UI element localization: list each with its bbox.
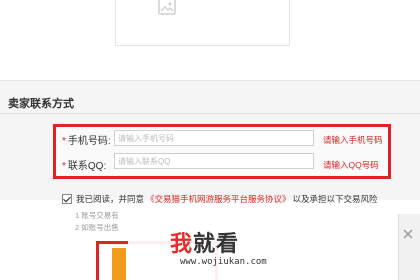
agreement-prefix: 我已阅读，并同意 bbox=[76, 194, 145, 204]
watermark-url: www.wojiukan.com bbox=[180, 257, 267, 267]
required-mark: * bbox=[62, 136, 66, 147]
close-icon[interactable] bbox=[402, 228, 414, 240]
watermark-logo-red: 我 bbox=[170, 231, 194, 256]
phone-label-text: 手机号码: bbox=[67, 136, 111, 147]
required-mark: * bbox=[62, 161, 66, 172]
agreement-checkbox[interactable] bbox=[62, 194, 72, 204]
watermark-logo: 我就看 bbox=[170, 226, 239, 258]
qq-input[interactable] bbox=[114, 153, 314, 169]
qq-label: * 联系QQ: bbox=[62, 157, 106, 172]
phone-error: 请输入手机号码 bbox=[323, 135, 383, 145]
risk-notice-1: 1 账号交易有 bbox=[75, 211, 119, 220]
qq-label-text: 联系QQ: bbox=[67, 161, 107, 172]
agreement-suffix: 以及承担以下交易风险 bbox=[292, 194, 378, 204]
side-tab[interactable] bbox=[398, 214, 420, 280]
qq-error: 请输入QQ号码 bbox=[323, 160, 379, 170]
phone-label: * 手机号码: bbox=[62, 132, 111, 147]
image-upload-area[interactable] bbox=[115, 0, 290, 46]
submit-button[interactable] bbox=[112, 248, 126, 280]
section-title: 卖家联系方式 bbox=[8, 98, 74, 110]
agreement-row: 我已阅读，并同意 《交易猫手机网游服务平台服务协议》 以及承担以下交易风险 bbox=[62, 193, 378, 205]
watermark-logo-dark: 就看 bbox=[193, 231, 240, 256]
risk-notice-2: 2 如账号出售 bbox=[75, 223, 119, 232]
image-upload-icon[interactable] bbox=[158, 0, 176, 18]
phone-input[interactable] bbox=[114, 130, 314, 146]
agreement-link[interactable]: 《交易猫手机网游服务平台服务协议》 bbox=[146, 193, 291, 205]
section-divider bbox=[0, 113, 420, 114]
